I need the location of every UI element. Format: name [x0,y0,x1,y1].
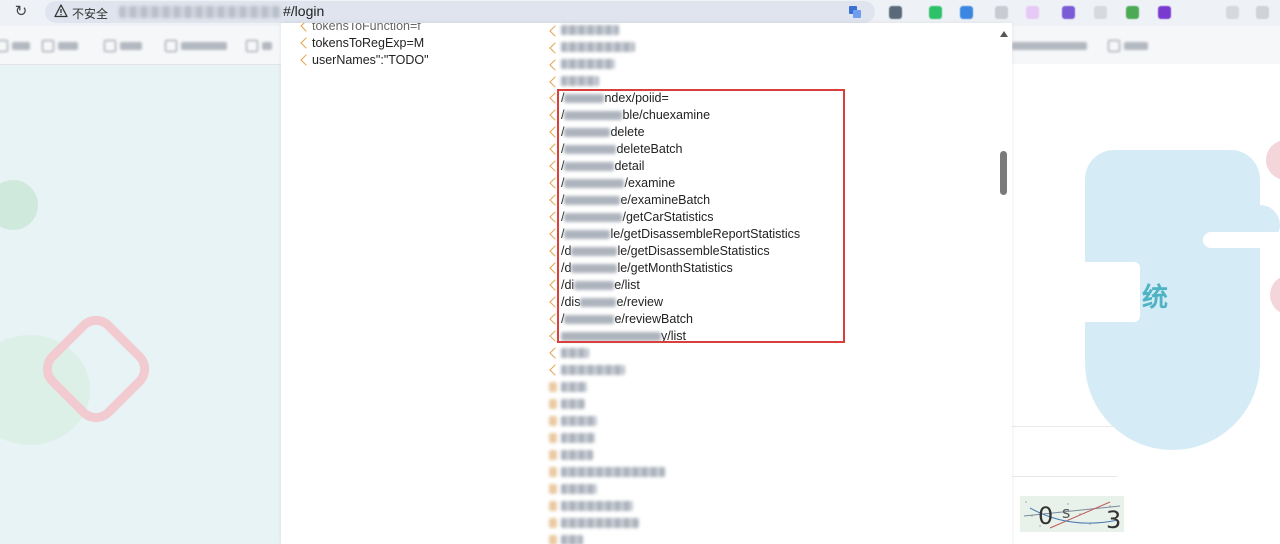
extension-icon[interactable] [1026,6,1039,19]
chevron-left-icon [300,37,312,49]
login-title-card [1012,262,1140,322]
url-host-redacted[interactable] [119,6,281,18]
svg-text:0: 0 [1038,502,1053,530]
scroll-up-icon[interactable] [1000,31,1008,37]
chevron-left-icon [549,535,557,544]
chevron-left-icon [549,416,557,426]
captcha-image[interactable]: 0 s 3 [1020,496,1124,532]
left-list-item[interactable]: userNames":"TODO" [312,52,429,69]
extension-icon[interactable] [960,6,973,19]
chevron-left-icon [549,382,557,392]
route-item-redacted[interactable] [561,433,595,443]
highlight-box [557,89,845,343]
input-divider [1012,426,1117,427]
route-item-redacted[interactable] [561,365,625,375]
scrollbar-thumb[interactable] [1000,151,1007,195]
scrollbar[interactable] [996,23,1012,544]
left-list-item[interactable]: tokensToFunction=f [312,23,421,35]
route-item-redacted[interactable] [561,76,599,86]
chevron-left-icon [300,54,312,66]
extension-icon[interactable] [889,6,902,19]
decorative-shape [1203,232,1280,248]
route-item-redacted[interactable] [561,518,639,528]
route-item-redacted[interactable] [561,450,593,460]
extension-icon[interactable] [1126,6,1139,19]
chevron-left-icon [549,42,561,54]
route-item-redacted[interactable] [561,42,635,52]
route-item-redacted[interactable] [561,382,587,392]
url-path[interactable]: #/login [283,3,324,19]
svg-text:s: s [1062,503,1070,522]
warning-icon[interactable] [54,4,68,18]
chevron-left-icon [549,518,557,528]
security-label[interactable]: 不安全 [72,5,108,22]
chevron-left-icon [549,501,557,511]
route-item-redacted[interactable] [561,501,633,511]
chevron-left-icon [549,59,561,71]
route-viewer-popup: tokensToFunction=f tokensToRegExp=M user… [281,23,1012,544]
extension-icon[interactable] [1256,6,1269,19]
route-item-redacted[interactable] [561,399,585,409]
route-item-redacted[interactable] [561,25,619,35]
address-bar[interactable]: 不安全 #/login [45,1,875,23]
extension-icon[interactable] [1226,6,1239,19]
chevron-left-icon [549,364,561,376]
chevron-left-icon [549,484,557,494]
chevron-left-icon [549,467,557,477]
route-item-redacted[interactable] [561,59,615,69]
svg-text:3: 3 [1106,506,1121,532]
route-item-redacted[interactable] [561,416,597,426]
translate-icon[interactable] [848,5,862,19]
route-item-redacted[interactable] [561,348,589,358]
route-item-redacted[interactable] [561,535,583,544]
extension-icon[interactable] [1094,6,1107,19]
chevron-left-icon [549,399,557,409]
decorative-circle [0,180,38,230]
left-list-item[interactable]: tokensToRegExp=M [312,35,424,52]
extension-icon[interactable] [1158,6,1171,19]
input-divider [1012,476,1117,477]
chevron-left-icon [549,76,561,88]
extension-icon[interactable] [995,6,1008,19]
extension-icon[interactable] [929,6,942,19]
chevron-left-icon [549,433,557,443]
route-item-redacted[interactable] [561,467,665,477]
chevron-left-icon [549,450,557,460]
chevron-left-icon [549,25,561,37]
chevron-left-icon [300,23,312,32]
system-title-char: 统 [1142,283,1169,313]
extension-icon[interactable] [1062,6,1075,19]
chevron-left-icon [549,347,561,359]
left-list: tokensToFunction=f tokensToRegExp=M user… [281,23,536,544]
column-divider [536,23,537,544]
reload-icon[interactable]: ↻ [12,3,30,21]
route-item-redacted[interactable] [561,484,597,494]
